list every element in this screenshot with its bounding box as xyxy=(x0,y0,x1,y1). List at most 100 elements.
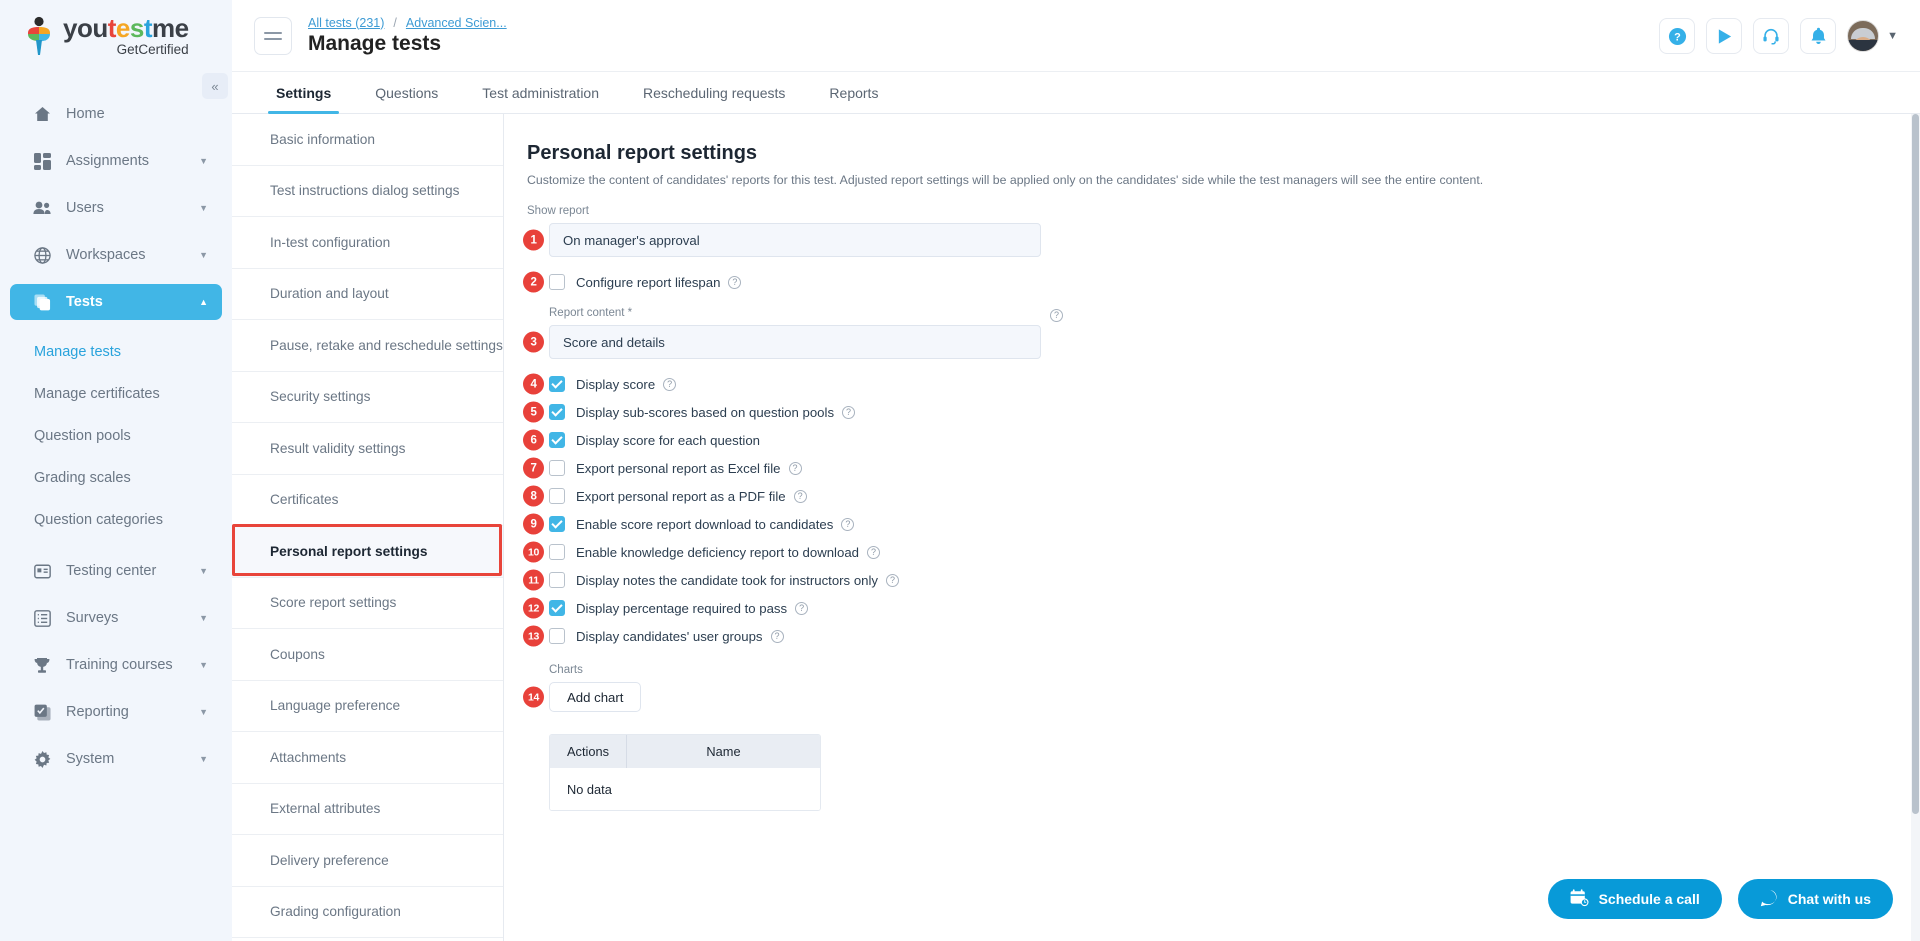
brand-logo[interactable]: youtestme GetCertified xyxy=(0,0,232,72)
display-score-each-question-checkbox[interactable] xyxy=(549,432,565,448)
help-icon[interactable]: ? xyxy=(770,629,784,643)
tab-settings[interactable]: Settings xyxy=(254,72,353,114)
tab-rescheduling-requests[interactable]: Rescheduling requests xyxy=(621,72,807,114)
help-icon[interactable]: ? xyxy=(842,405,856,419)
chat-with-us-button[interactable]: Chat with us xyxy=(1737,879,1893,919)
chat-bubble-icon xyxy=(1760,889,1778,910)
chevron-up-icon[interactable]: ▲ xyxy=(199,297,208,307)
sidebar-item-users[interactable]: Users ▼ xyxy=(10,190,222,226)
avatar[interactable] xyxy=(1847,20,1880,52)
scrollbar-thumb[interactable] xyxy=(1912,114,1919,814)
help-icon[interactable]: ? xyxy=(866,545,880,559)
settings-item-duration-and-layout[interactable]: Duration and layout xyxy=(232,269,503,320)
tab-test-administration[interactable]: Test administration xyxy=(460,72,621,114)
settings-item-result-validity-settings[interactable]: Result validity settings xyxy=(232,423,503,475)
button-label: Chat with us xyxy=(1787,891,1871,907)
sidebar-item-question-categories[interactable]: Question categories xyxy=(0,499,232,541)
settings-item-coupons[interactable]: Coupons xyxy=(232,629,503,681)
column-header-actions[interactable]: Actions xyxy=(550,735,627,768)
sidebar-item-manage-tests[interactable]: Manage tests xyxy=(0,331,232,373)
sidebar-item-reporting[interactable]: Reporting ▼ xyxy=(10,694,222,730)
chevron-down-icon[interactable]: ▼ xyxy=(199,203,208,213)
sidebar-item-training-courses[interactable]: Training courses ▼ xyxy=(10,647,222,683)
settings-item-pause-retake-reschedule-settings[interactable]: Pause, retake and reschedule settings xyxy=(232,320,503,372)
play-icon[interactable] xyxy=(1706,18,1743,54)
help-icon[interactable]: ? xyxy=(795,601,809,615)
breadcrumb-item-all-tests[interactable]: All tests (231) xyxy=(308,16,384,30)
help-icon[interactable]: ? xyxy=(1050,309,1063,322)
help-icon[interactable]: ? xyxy=(793,489,807,503)
breadcrumb-item-test-name[interactable]: Advanced Scien... xyxy=(406,16,507,30)
sidebar-item-system[interactable]: System ▼ xyxy=(10,741,222,777)
brand-part-2: t xyxy=(107,13,117,44)
settings-item-score-report-settings[interactable]: Score report settings xyxy=(232,578,503,629)
settings-item-test-instructions-dialog-settings[interactable]: Test instructions dialog settings xyxy=(232,166,503,217)
required-marker: * xyxy=(627,307,633,319)
export-pdf-checkbox[interactable] xyxy=(549,488,565,504)
sidebar-item-home[interactable]: Home xyxy=(10,96,222,132)
annotation-badge-2: 2 xyxy=(523,271,544,293)
help-icon[interactable]: ? xyxy=(663,377,677,391)
hamburger-icon[interactable] xyxy=(254,16,292,55)
chevron-down-icon[interactable]: ▼ xyxy=(199,660,208,670)
display-notes-instructors-only-checkbox[interactable] xyxy=(549,572,565,588)
option-label: Display percentage required to pass xyxy=(576,600,788,616)
settings-item-personal-report-settings[interactable]: Personal report settings xyxy=(232,526,503,578)
display-percentage-required-to-pass-checkbox[interactable] xyxy=(549,600,565,616)
chevron-down-icon[interactable]: ▼ xyxy=(199,566,208,576)
column-header-name[interactable]: Name xyxy=(627,735,820,768)
chevron-down-icon[interactable]: ▼ xyxy=(199,707,208,717)
settings-item-in-test-configuration[interactable]: In-test configuration xyxy=(232,217,503,269)
sidebar-item-grading-scales[interactable]: Grading scales xyxy=(0,457,232,499)
chevron-down-icon[interactable]: ▼ xyxy=(199,754,208,764)
tab-questions[interactable]: Questions xyxy=(353,72,460,114)
settings-item-basic-information[interactable]: Basic information xyxy=(232,114,503,166)
globe-icon xyxy=(32,246,52,264)
sidebar-item-question-pools[interactable]: Question pools xyxy=(0,415,232,457)
table-header-row: Actions Name xyxy=(550,735,820,768)
chevron-down-icon[interactable]: ▼ xyxy=(199,250,208,260)
sidebar-item-surveys[interactable]: Surveys ▼ xyxy=(10,600,222,636)
charts-label: Charts xyxy=(549,664,583,676)
help-icon[interactable]: ? xyxy=(886,573,900,587)
configure-report-lifespan-checkbox[interactable] xyxy=(549,274,565,290)
settings-item-delivery-preference[interactable]: Delivery preference xyxy=(232,835,503,887)
display-subscores-checkbox[interactable] xyxy=(549,404,565,420)
help-icon[interactable]: ? xyxy=(841,517,855,531)
settings-item-certificates[interactable]: Certificates xyxy=(232,475,503,526)
enable-knowledge-deficiency-report-checkbox[interactable] xyxy=(549,544,565,560)
grid-icon xyxy=(32,152,52,170)
export-excel-checkbox[interactable] xyxy=(549,460,565,476)
settings-item-external-attributes[interactable]: External attributes xyxy=(232,784,503,835)
option-label: Export personal report as Excel file xyxy=(576,460,781,476)
settings-item-security-settings[interactable]: Security settings xyxy=(232,372,503,423)
chevron-down-icon[interactable]: ▼ xyxy=(1887,30,1898,42)
tab-reports[interactable]: Reports xyxy=(807,72,900,114)
help-icon[interactable]: ? xyxy=(788,461,802,475)
chevron-down-icon[interactable]: ▼ xyxy=(199,613,208,623)
bell-icon[interactable] xyxy=(1800,18,1837,54)
schedule-a-call-button[interactable]: Schedule a call xyxy=(1547,879,1722,919)
chevron-down-icon[interactable]: ▼ xyxy=(199,156,208,166)
sidebar-item-label: Reporting xyxy=(66,704,129,720)
display-score-checkbox[interactable] xyxy=(549,376,565,392)
enable-score-report-download-checkbox[interactable] xyxy=(549,516,565,532)
display-candidates-user-groups-checkbox[interactable] xyxy=(549,628,565,644)
show-report-select[interactable]: On manager's approval xyxy=(549,223,1041,257)
svg-text:?: ? xyxy=(1674,31,1681,43)
sidebar-item-manage-certificates[interactable]: Manage certificates xyxy=(0,373,232,415)
help-icon[interactable]: ? xyxy=(728,275,742,289)
settings-item-attachments[interactable]: Attachments xyxy=(232,732,503,784)
sidebar-item-tests[interactable]: Tests ▲ xyxy=(10,284,222,320)
help-icon[interactable]: ? xyxy=(1659,18,1696,54)
brand-part-5: t xyxy=(143,13,153,44)
sidebar-item-testing-center[interactable]: Testing center ▼ xyxy=(10,553,222,589)
headset-icon[interactable] xyxy=(1753,18,1790,54)
sidebar-item-workspaces[interactable]: Workspaces ▼ xyxy=(10,237,222,273)
sidebar-item-label: Testing center xyxy=(66,563,157,579)
report-content-select[interactable]: Score and details xyxy=(549,325,1041,359)
add-chart-button[interactable]: Add chart xyxy=(549,682,642,712)
settings-item-language-preference[interactable]: Language preference xyxy=(232,681,503,732)
sidebar-item-assignments[interactable]: Assignments ▼ xyxy=(10,143,222,179)
settings-item-grading-configuration[interactable]: Grading configuration xyxy=(232,887,503,938)
